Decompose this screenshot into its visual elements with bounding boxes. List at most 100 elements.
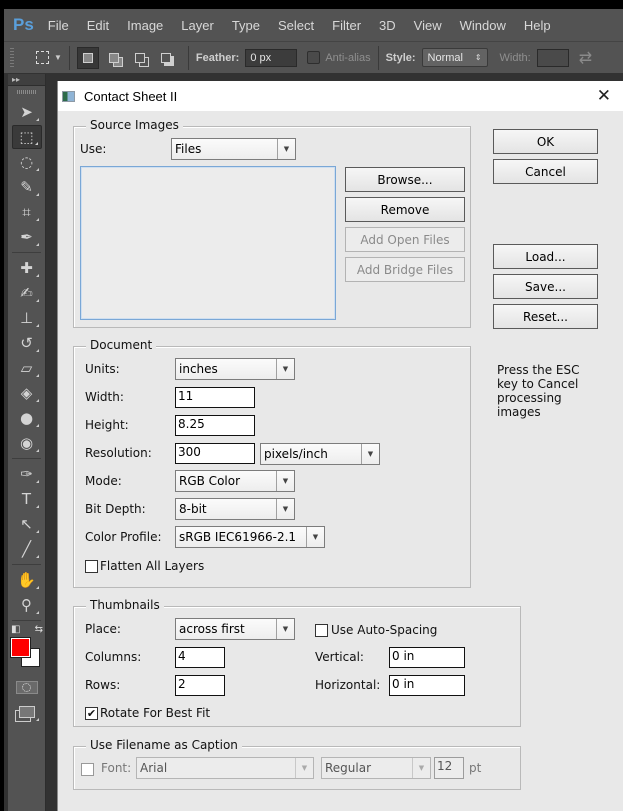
add-to-selection-button[interactable] [103,47,125,69]
quick-mask-icon [15,680,38,694]
line-tool[interactable]: ╱ [12,537,42,561]
bit-depth-dropdown[interactable]: 8-bit ▼ [175,498,295,520]
rows-input[interactable]: 2 [175,675,225,696]
swap-width-height-icon[interactable]: ⇄ [579,48,592,68]
menu-image[interactable]: Image [127,18,163,33]
chevron-down-icon: ▼ [276,499,294,519]
font-dropdown[interactable]: Arial ▼ [136,757,314,779]
menu-type[interactable]: Type [232,18,260,33]
intersect-selection-icon [160,52,171,63]
dialog-title-bar[interactable]: Contact Sheet II [58,81,623,111]
vertical-spacing-input[interactable]: 0 in [389,647,465,668]
save-button[interactable]: Save... [493,274,598,299]
history-brush-icon: ↺ [20,334,33,352]
style-select[interactable]: Normal ⇕ [421,48,488,67]
collapse-panel-icon[interactable]: ▸▸ [8,74,45,86]
mode-dropdown[interactable]: RGB Color ▼ [175,470,295,492]
bit-depth-value: 8-bit [179,502,207,516]
font-size-input[interactable]: 12 [434,757,464,779]
quick-selection-icon: ✎ [20,178,33,196]
columns-label: Columns: [85,650,142,664]
menu-select[interactable]: Select [278,18,314,33]
place-value: across first [179,622,245,636]
new-selection-button[interactable] [76,46,99,69]
menu-3d[interactable]: 3D [379,18,396,33]
dialog-title: Contact Sheet II [84,88,178,104]
clone-stamp-tool[interactable]: ⊥ [12,306,42,330]
use-auto-spacing-checkbox[interactable] [315,624,328,637]
use-filename-caption-checkbox[interactable] [81,763,94,776]
add-open-files-button[interactable]: Add Open Files [345,227,465,252]
reset-button[interactable]: Reset... [493,304,598,329]
color-profile-dropdown[interactable]: sRGB IEC61966-2.1 ▼ [175,526,325,548]
brush-tool[interactable]: ✍ [12,281,42,305]
ok-button[interactable]: OK [493,129,598,154]
paint-bucket-tool[interactable]: ◈ [12,381,42,405]
path-selection-tool[interactable]: ↖ [12,512,42,536]
menu-edit[interactable]: Edit [87,18,109,33]
menu-file[interactable]: File [48,18,69,33]
close-icon[interactable]: ✕ [597,86,611,106]
source-files-list[interactable] [80,166,336,320]
intersect-selection-button[interactable] [155,47,177,69]
load-button[interactable]: Load... [493,244,598,269]
panel-grip[interactable] [16,90,37,94]
browse-button[interactable]: Browse... [345,167,465,192]
lasso-tool[interactable]: ◌ [12,150,42,174]
chevron-down-icon[interactable]: ▼ [54,53,62,62]
move-tool[interactable]: ➤ [12,100,42,124]
options-bar-grip[interactable] [10,47,14,68]
bit-depth-label: Bit Depth: [85,502,146,516]
use-auto-spacing-label: Use Auto-Spacing [331,623,438,637]
zoom-icon: ⚲ [21,596,32,614]
rotate-best-fit-checkbox[interactable]: ✔ [85,707,98,720]
units-dropdown[interactable]: inches ▼ [175,358,295,380]
pen-tool[interactable]: ✑ [12,462,42,486]
place-dropdown[interactable]: across first ▼ [175,618,295,640]
esc-note: Press the ESC key to Cancel processing i… [497,363,580,419]
swap-colors-icon[interactable]: ⇆ [35,624,43,636]
hand-tool[interactable]: ✋ [12,568,42,592]
chevron-down-icon: ▼ [412,758,430,778]
crop-tool[interactable]: ⌗ [12,200,42,224]
use-dropdown[interactable]: Files ▼ [171,138,296,160]
screen-mode-button[interactable] [12,700,42,724]
path-selection-icon: ↖ [20,515,33,533]
resolution-unit-dropdown[interactable]: pixels/inch ▼ [260,443,380,465]
width-input[interactable] [536,48,569,67]
updown-arrows-icon: ⇕ [474,53,482,62]
horizontal-spacing-input[interactable]: 0 in [389,675,465,696]
subtract-from-selection-button[interactable] [129,47,151,69]
menu-window[interactable]: Window [460,18,506,33]
antialias-checkbox[interactable] [307,51,321,64]
rectangular-marquee-tool[interactable]: ⬚ [11,125,42,149]
flatten-all-layers-checkbox[interactable] [85,560,98,573]
quick-selection-tool[interactable]: ✎ [12,175,42,199]
font-style-dropdown[interactable]: Regular ▼ [321,757,431,779]
menu-help[interactable]: Help [524,18,551,33]
columns-input[interactable]: 4 [175,647,225,668]
blur-tool[interactable]: ● [12,406,42,430]
default-colors-icon[interactable]: ◧ [11,624,20,636]
resolution-input[interactable]: 300 [175,443,255,464]
spot-healing-tool[interactable]: ✚ [12,256,42,280]
foreground-color-swatch[interactable] [11,638,30,657]
dodge-tool[interactable]: ◉ [12,431,42,455]
height-input[interactable]: 8.25 [175,415,255,436]
menu-filter[interactable]: Filter [332,18,361,33]
feather-input[interactable]: 0 px [245,48,298,67]
eraser-tool[interactable]: ▱ [12,356,42,380]
width-input[interactable]: 11 [175,387,255,408]
zoom-tool[interactable]: ⚲ [12,593,42,617]
menu-layer[interactable]: Layer [181,18,214,33]
quick-mask-button[interactable] [12,675,42,699]
eyedropper-tool[interactable]: ✒ [12,225,42,249]
type-tool[interactable]: T [12,487,42,511]
history-brush-tool[interactable]: ↺ [12,331,42,355]
cancel-button[interactable]: Cancel [493,159,598,184]
menu-view[interactable]: View [414,18,442,33]
remove-button[interactable]: Remove [345,197,465,222]
divider [12,620,41,621]
add-bridge-files-button[interactable]: Add Bridge Files [345,257,465,282]
tool-preset-picker[interactable] [32,48,52,68]
